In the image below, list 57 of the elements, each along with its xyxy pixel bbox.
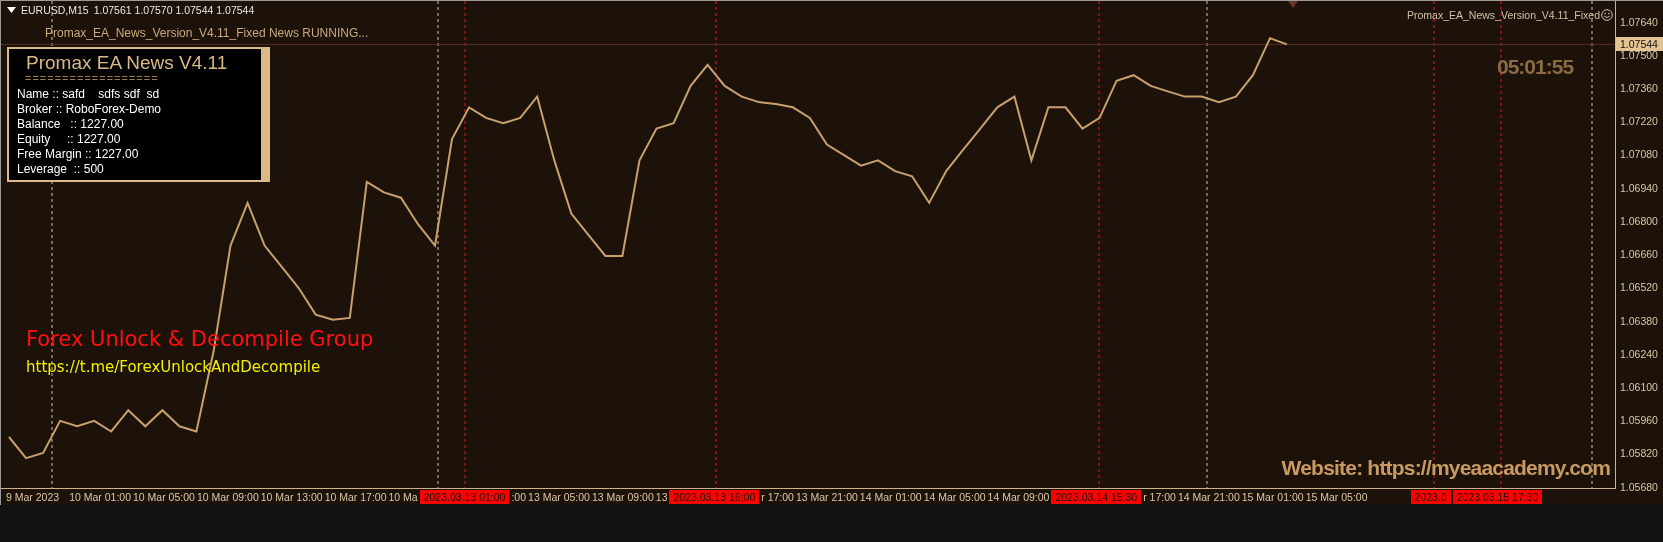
event-time-label: 2023.03.13 16:00 xyxy=(669,490,760,504)
axis-label: :00 xyxy=(511,490,527,504)
info-line: Free Margin :: 1227.00 xyxy=(17,147,140,162)
event-time-label: 2023.03.14 15:30 xyxy=(1051,490,1142,504)
axis-label: 9 Mar 2023 xyxy=(6,490,60,504)
axis-label: 14 Mar 09:00 xyxy=(987,490,1050,504)
countdown-timer: 05:01:55 xyxy=(1497,55,1574,79)
event-time-label: 2023.0 xyxy=(1410,490,1451,504)
axis-label: 10 Mar 01:00 xyxy=(69,490,131,504)
price-quotes: 1.07561 1.07570 1.07544 1.07544 xyxy=(93,4,255,16)
ea-name-label: Promax_EA_News_Version_V4.11_Fixed xyxy=(1407,9,1600,21)
axis-label: 10 Mar 05:00 xyxy=(133,490,195,504)
axis-label: 10 Mar 09:00 xyxy=(196,490,259,504)
axis-label: 1.06800 xyxy=(1620,213,1658,228)
axis-label: 1.06240 xyxy=(1620,346,1658,361)
symbol-label: EURUSD,M15 xyxy=(21,4,89,16)
info-line: Balance :: 1227.00 xyxy=(17,117,125,132)
axis-label: r 17:00 xyxy=(1143,490,1176,504)
axis-label: 1.06940 xyxy=(1620,180,1658,195)
smiley-icon xyxy=(1601,9,1613,21)
axis-label: 10 Mar 13:00 xyxy=(260,490,323,504)
info-line: Equity :: 1227.00 xyxy=(17,132,122,147)
axis-label: 14 Mar 21:00 xyxy=(1177,490,1240,504)
axis-label: 13 Mar 21:00 xyxy=(795,490,858,504)
axis-label: 13 Mar 09:00 xyxy=(591,490,654,504)
axis-label: 1.07360 xyxy=(1620,81,1658,96)
axis-label: 1.06100 xyxy=(1620,379,1658,394)
axis-label: 1.07080 xyxy=(1620,147,1658,162)
axis-label: 13 xyxy=(655,490,668,504)
caret-icon[interactable] xyxy=(7,7,16,13)
axis-label: 14 Mar 01:00 xyxy=(859,490,922,504)
axis-label: 1.07640 xyxy=(1620,14,1658,29)
down-triangle-icon xyxy=(1288,1,1298,8)
website-text: Website: https://myeaacademy.com xyxy=(1281,456,1610,480)
ea-status-text: Promax_EA_News_Version_V4.11_Fixed News RUNNING... xyxy=(45,26,369,40)
event-time-label: 2023.03.15 17:30 xyxy=(1452,490,1543,504)
axis-label: 10 Ma xyxy=(388,490,418,504)
axis-label: 10 Mar 17:00 xyxy=(324,490,387,504)
axis-label: 15 Mar 01:00 xyxy=(1241,490,1304,504)
axis-label: 1.06380 xyxy=(1620,313,1658,328)
axis-label: 1.07220 xyxy=(1620,114,1658,129)
panel-title: Promax EA News V4.11 xyxy=(26,52,229,74)
info-line: Name :: safd sdfs sdf sd xyxy=(17,87,161,102)
axis-label: 13 Mar 05:00 xyxy=(528,490,590,504)
axis-label: 1.05960 xyxy=(1620,413,1658,428)
axis-label: 1.06520 xyxy=(1620,280,1658,295)
event-time-label: 2023.03.13 01:00 xyxy=(419,490,510,504)
axis-label: 15 Mar 05:00 xyxy=(1305,490,1368,504)
info-line: Broker :: RoboForex-Demo xyxy=(17,102,163,117)
axis-label: 14 Mar 05:00 xyxy=(923,490,986,504)
axis-label: 1.06660 xyxy=(1620,247,1658,262)
axis-label: r 17:00 xyxy=(761,490,794,504)
separator-text: ================== xyxy=(25,74,160,83)
info-line: Leverage :: 500 xyxy=(17,162,105,177)
axis-label: 1.05680 xyxy=(1620,479,1658,494)
axis-label: 1.05820 xyxy=(1620,446,1658,461)
current-price-label: 1.07544 xyxy=(1616,37,1663,52)
